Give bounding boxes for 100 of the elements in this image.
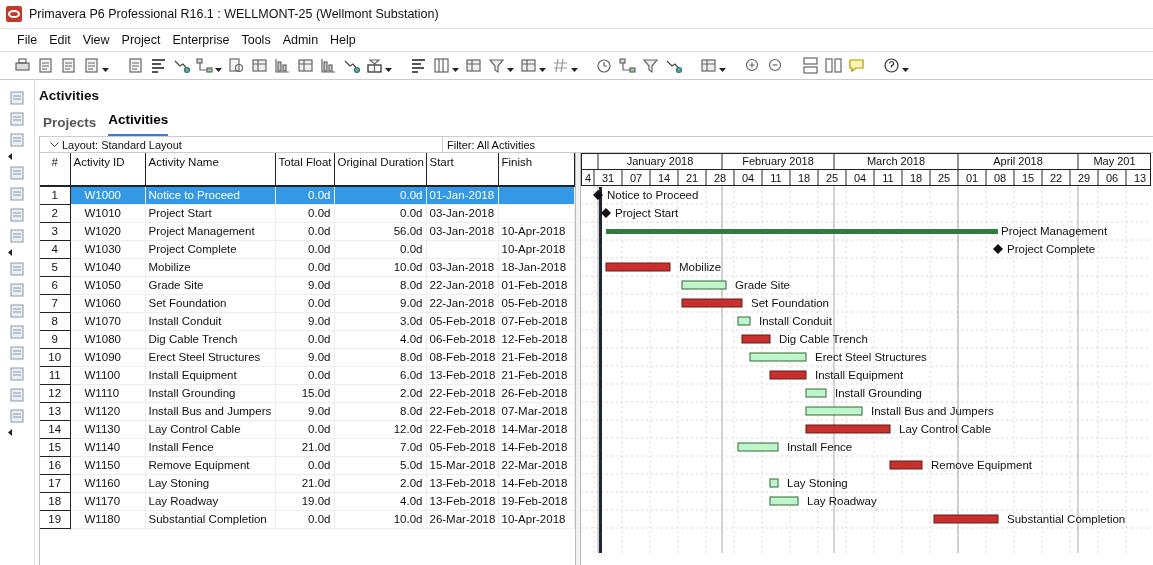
week-label: 28 bbox=[713, 172, 726, 184]
tab[interactable]: Projects bbox=[43, 112, 97, 136]
table-row[interactable]: 14 W1130 Lay Control Cable 0.0d 12.0d 22-Feb-2018 14-Mar-2018 bbox=[40, 420, 574, 438]
caret-icon[interactable] bbox=[571, 67, 578, 72]
chevron-down-icon[interactable] bbox=[50, 141, 59, 148]
table-row[interactable]: 7 W1060 Set Foundation 0.0d 9.0d 22-Jan-2018 05-Feb-2018 bbox=[40, 294, 574, 312]
table-row[interactable]: 18 W1170 Lay Roadway 19.0d 4.0d 13-Feb-2018 19-Feb-2018 bbox=[40, 492, 574, 510]
table-cell: 2.0d bbox=[334, 384, 426, 402]
caret-icon[interactable] bbox=[8, 429, 12, 436]
row-number: 5 bbox=[40, 258, 70, 276]
table-row[interactable]: 17 W1160 Lay Stoning 21.0d 2.0d 13-Feb-2018 14-Feb-2018 bbox=[40, 474, 574, 492]
menu-item[interactable]: File bbox=[17, 33, 38, 47]
table-row[interactable]: 8 W1070 Install Conduit 9.0d 3.0d 05-Feb-2018 07-Feb-2018 bbox=[40, 312, 574, 330]
table-row[interactable]: 15 W1140 Install Fence 21.0d 7.0d 05-Feb-2018 14-Feb-2018 bbox=[40, 438, 574, 456]
menu-item[interactable]: Project bbox=[121, 33, 161, 47]
table-cell: 9.0d bbox=[275, 276, 334, 294]
caret-icon[interactable] bbox=[539, 67, 546, 72]
layout-selector[interactable]: Layout: Standard Layout bbox=[40, 137, 443, 152]
activity-bar[interactable] bbox=[805, 388, 826, 398]
horizontal-split-icon[interactable] bbox=[802, 57, 819, 74]
caret-icon[interactable] bbox=[902, 67, 909, 72]
column-header[interactable]: # bbox=[40, 153, 70, 186]
menu-item[interactable]: Admin bbox=[282, 33, 319, 47]
critical-activity-bar[interactable] bbox=[889, 460, 922, 470]
printer-icon[interactable] bbox=[14, 57, 31, 74]
zoom-in-icon[interactable] bbox=[744, 57, 761, 74]
table-cell: Lay Roadway bbox=[145, 492, 275, 510]
caret-icon[interactable] bbox=[8, 249, 12, 256]
critical-activity-bar[interactable] bbox=[769, 370, 806, 380]
caret-icon[interactable] bbox=[385, 67, 392, 72]
table-row[interactable]: 13 W1120 Install Bus and Jumpers 9.0d 8.0d 22-Feb-2018 07-Mar-2018 bbox=[40, 402, 574, 420]
caret-icon[interactable] bbox=[719, 67, 726, 72]
columns-icon[interactable] bbox=[433, 57, 450, 74]
bars-icon[interactable] bbox=[410, 57, 427, 74]
row-number: 10 bbox=[40, 348, 70, 366]
activity-bar[interactable] bbox=[805, 406, 862, 416]
table-cell: Lay Control Cable bbox=[145, 420, 275, 438]
caret-icon[interactable] bbox=[102, 67, 109, 72]
help-icon[interactable] bbox=[883, 57, 900, 74]
table-cell: 21-Feb-2018 bbox=[498, 366, 574, 384]
table-row[interactable]: 16 W1150 Remove Equipment 0.0d 5.0d 15-Mar-2018 22-Mar-2018 bbox=[40, 456, 574, 474]
critical-activity-bar[interactable] bbox=[741, 334, 770, 344]
table-row[interactable]: 11 W1100 Install Equipment 0.0d 6.0d 13-Feb-2018 21-Feb-2018 bbox=[40, 366, 574, 384]
table-cell: 05-Feb-2018 bbox=[426, 438, 498, 456]
critical-activity-bar[interactable] bbox=[933, 514, 998, 524]
week-label: 22 bbox=[1049, 172, 1062, 184]
filter-label[interactable]: Filter: All Activities bbox=[443, 138, 536, 151]
table-cell: 0.0d bbox=[275, 420, 334, 438]
activity-bar[interactable] bbox=[737, 316, 750, 326]
caret-icon[interactable] bbox=[507, 67, 514, 72]
activity-bar[interactable] bbox=[749, 352, 806, 362]
critical-activity-bar[interactable] bbox=[681, 298, 742, 308]
zoom-out-icon[interactable] bbox=[767, 57, 784, 74]
table-row[interactable]: 9 W1080 Dig Cable Trench 0.0d 4.0d 06-Feb-2018 12-Feb-2018 bbox=[40, 330, 574, 348]
table-row[interactable]: 19 W1180 Substantial Completion 0.0d 10.0d 26-Mar-2018 10-Apr-2018 bbox=[40, 510, 574, 528]
menu-item[interactable]: View bbox=[82, 33, 110, 47]
table-cell: 22-Feb-2018 bbox=[426, 420, 498, 438]
table-row[interactable]: 1 W1000 Notice to Proceed 0.0d 0.0d 01-Jan-2018 bbox=[40, 186, 574, 204]
week-label: 04 bbox=[853, 172, 866, 184]
row-number: 8 bbox=[40, 312, 70, 330]
table-row[interactable]: 6 W1050 Grade Site 9.0d 8.0d 22-Jan-2018 01-Feb-2018 bbox=[40, 276, 574, 294]
activity-bar[interactable] bbox=[737, 442, 778, 452]
critical-activity-bar[interactable] bbox=[605, 262, 670, 272]
milestone-diamond[interactable] bbox=[992, 244, 1003, 254]
chart-icon[interactable] bbox=[320, 57, 337, 74]
vertical-split-icon[interactable] bbox=[825, 57, 842, 74]
app-logo-icon bbox=[6, 6, 22, 22]
table-cell: 6.0d bbox=[334, 366, 426, 384]
menu-item[interactable]: Tools bbox=[241, 33, 271, 47]
milestone-diamond[interactable] bbox=[592, 190, 603, 200]
table-row[interactable]: 10 W1090 Erect Steel Structures 9.0d 8.0d 08-Feb-2018 21-Feb-2018 bbox=[40, 348, 574, 366]
chart-icon[interactable] bbox=[274, 57, 291, 74]
filter-icon[interactable] bbox=[488, 57, 505, 74]
network-icon[interactable] bbox=[196, 57, 213, 74]
table-row[interactable]: 12 W1110 Install Grounding 15.0d 2.0d 22-Feb-2018 26-Feb-2018 bbox=[40, 384, 574, 402]
network-icon[interactable] bbox=[619, 57, 636, 74]
menu-item[interactable]: Edit bbox=[49, 33, 71, 47]
milestone-diamond[interactable] bbox=[600, 208, 611, 218]
find-icon[interactable] bbox=[228, 57, 245, 74]
caret-icon[interactable] bbox=[215, 67, 222, 72]
table-row[interactable]: 3 W1020 Project Management 0.0d 56.0d 03-Jan-2018 10-Apr-2018 bbox=[40, 222, 574, 240]
caret-icon[interactable] bbox=[452, 67, 459, 72]
critical-activity-bar[interactable] bbox=[805, 424, 890, 434]
menu-item[interactable]: Enterprise bbox=[172, 33, 230, 47]
table-row[interactable]: 5 W1040 Mobilize 0.0d 10.0d 03-Jan-2018 18-Jan-2018 bbox=[40, 258, 574, 276]
tab[interactable]: Activities bbox=[108, 112, 169, 136]
table-row[interactable]: 4 W1030 Project Complete 0.0d 0.0d 10-Apr-2018 bbox=[40, 240, 574, 258]
table-cell: Install Bus and Jumpers bbox=[145, 402, 275, 420]
comment-icon[interactable] bbox=[848, 57, 865, 74]
activity-bar[interactable] bbox=[769, 496, 798, 506]
table-cell: 19.0d bbox=[275, 492, 334, 510]
row-number: 19 bbox=[40, 510, 70, 528]
table-row[interactable]: 2 W1010 Project Start 0.0d 0.0d 03-Jan-2018 bbox=[40, 204, 574, 222]
activity-bar[interactable] bbox=[681, 280, 726, 290]
menu-item[interactable]: Help bbox=[330, 33, 356, 47]
row-number: 17 bbox=[40, 474, 70, 492]
bars-icon[interactable] bbox=[150, 57, 167, 74]
activity-bar[interactable] bbox=[769, 478, 778, 488]
caret-icon[interactable] bbox=[8, 153, 12, 160]
table-cell: Install Grounding bbox=[145, 384, 275, 402]
